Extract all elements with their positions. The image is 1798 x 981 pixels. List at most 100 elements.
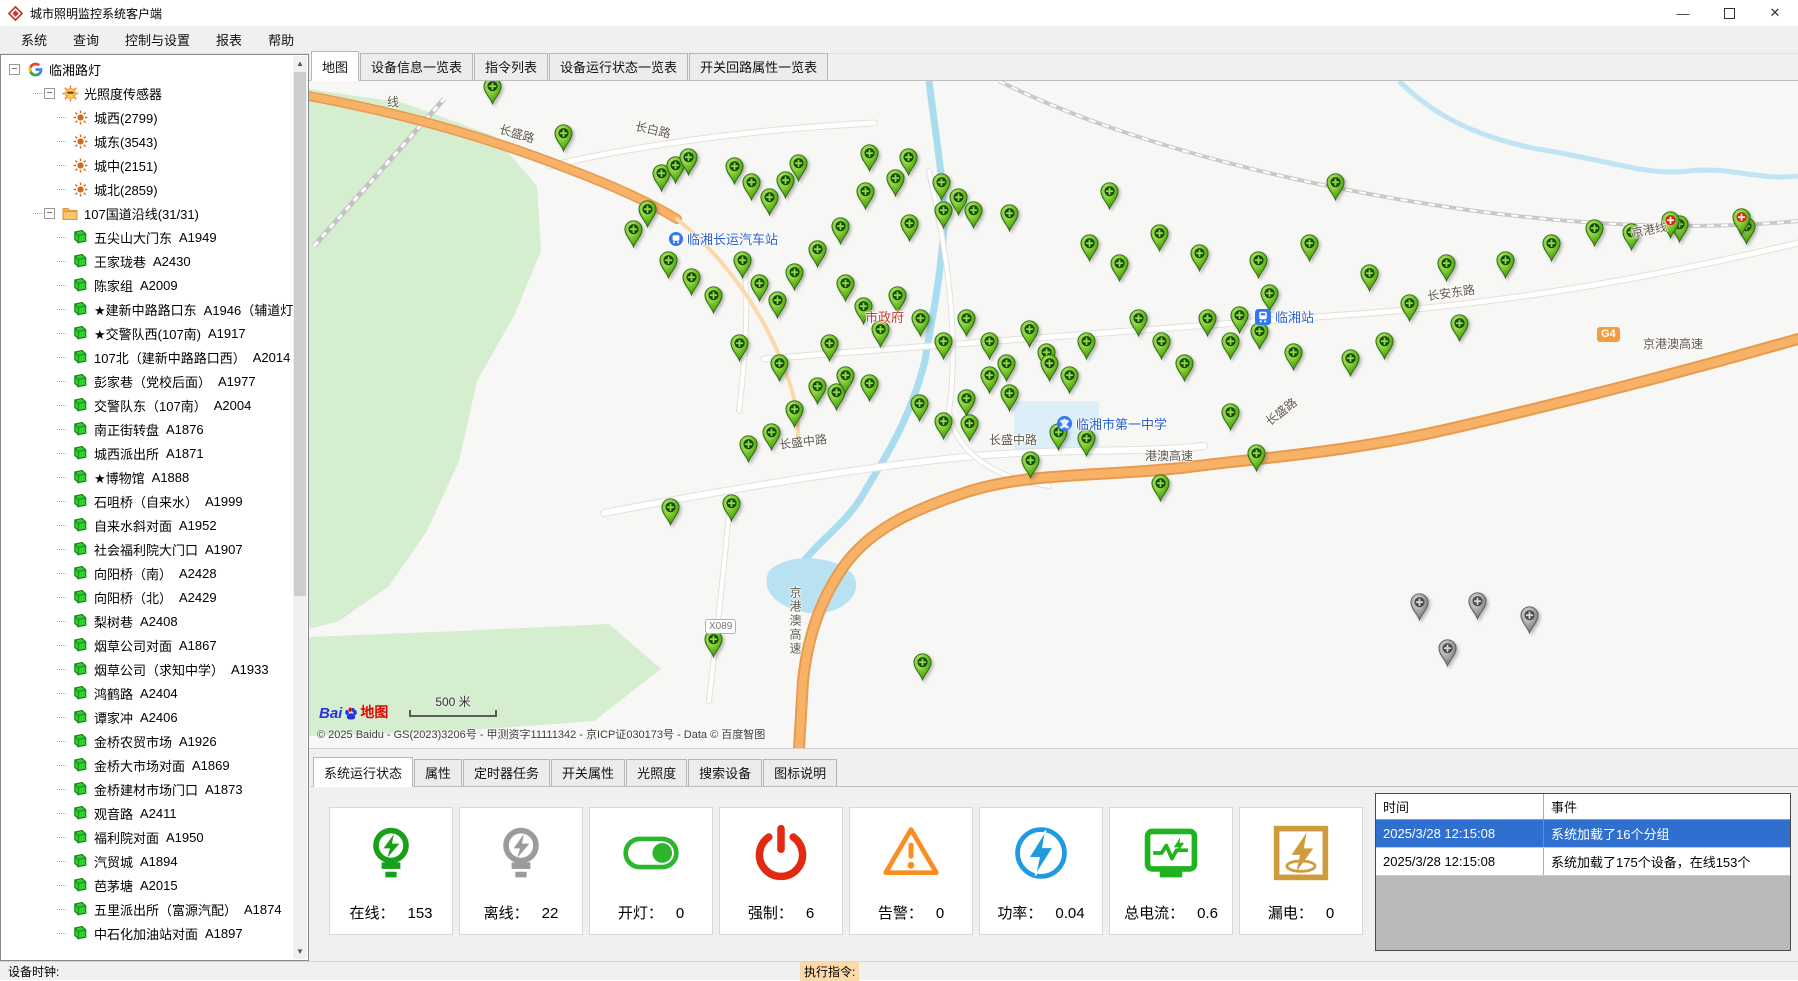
- tree-device-11[interactable]: 石咀桥（自来水）A1999: [3, 489, 293, 513]
- tree-device-4[interactable]: ★交警队西(107南)A1917: [3, 321, 293, 345]
- tree-item-label: 烟草公司（求知中学）: [94, 660, 224, 679]
- status-card-5: 功率：0.04: [979, 807, 1103, 935]
- status-card-value: 0: [1326, 905, 1334, 922]
- tree-device-0[interactable]: 五尖山大门东A1949: [3, 225, 293, 249]
- bottom-tab-5[interactable]: 搜索设备: [688, 759, 762, 786]
- map-label-3[interactable]: 临湘长运汽车站: [669, 229, 778, 248]
- bottom-tab-4[interactable]: 光照度: [626, 759, 687, 786]
- main-area: 地图设备信息一览表指令列表设备运行状态一览表开关回路属性一览表: [309, 54, 1798, 961]
- tree-device-6[interactable]: 彭家巷（党校后面）A1977: [3, 369, 293, 393]
- map-label-10: 长盛路: [1262, 394, 1301, 430]
- map-tab-4[interactable]: 开关回路属性一览表: [689, 53, 828, 80]
- map-tab-3[interactable]: 设备运行状态一览表: [549, 53, 688, 80]
- minimize-button[interactable]: —: [1660, 0, 1706, 26]
- tree-device-19[interactable]: 鸿鹤路A2404: [3, 681, 293, 705]
- device-flag-icon: [71, 829, 89, 846]
- device-flag-icon: [71, 301, 89, 318]
- map-tab-1[interactable]: 设备信息一览表: [360, 53, 473, 80]
- sun-icon: [71, 133, 89, 150]
- scrollbar-thumb[interactable]: [294, 72, 306, 596]
- bottom-tab-0[interactable]: 系统运行状态: [313, 757, 413, 787]
- bottom-tab-1[interactable]: 属性: [414, 759, 462, 786]
- tree-expander-icon[interactable]: −: [44, 208, 55, 219]
- tree-item-code: A2430: [153, 254, 191, 269]
- tree-sensor-2[interactable]: 城中(2151): [3, 153, 293, 177]
- tree-device-14[interactable]: 向阳桥（南）A2428: [3, 561, 293, 585]
- menu-bar: 系统查询控制与设置报表帮助: [0, 26, 1798, 54]
- tree-device-20[interactable]: 谭家冲A2406: [3, 705, 293, 729]
- close-button[interactable]: ✕: [1752, 0, 1798, 26]
- map-label-4[interactable]: 市政府: [865, 307, 904, 326]
- tree-device-5[interactable]: 107北（建新中路路口西）A2014: [3, 345, 293, 369]
- tree-sensor-1[interactable]: 城东(3543): [3, 129, 293, 153]
- map-label-2: 长白路: [634, 117, 673, 142]
- event-log: 时间 事件 2025/3/28 12:15:08系统加载了16个分组2025/3…: [1375, 793, 1791, 951]
- map-label-6[interactable]: 临湘站: [1255, 307, 1314, 326]
- tree-device-3[interactable]: ★建新中路路口东A1946（辅道灯）: [3, 297, 293, 321]
- status-card-text: 开灯：0: [618, 902, 684, 923]
- tree-device-1[interactable]: 王家珑巷A2430: [3, 249, 293, 273]
- tree-device-18[interactable]: 烟草公司（求知中学）A1933: [3, 657, 293, 681]
- tree-device-13[interactable]: 社会福利院大门口A1907: [3, 537, 293, 561]
- map-canvas[interactable]: 线长盛路长白路临湘长运汽车站市政府长安东路临湘站文临湘市第一中学长盛中路长盛中路…: [309, 81, 1798, 748]
- tree-device-2[interactable]: 陈家组A2009: [3, 273, 293, 297]
- event-row-0[interactable]: 2025/3/28 12:15:08系统加载了16个分组: [1376, 820, 1790, 848]
- tree-device-24[interactable]: 观音路A2411: [3, 801, 293, 825]
- status-cards: 在线：153离线：22开灯：0强制：6告警：0功率：0.04总电流：0.6漏电：…: [329, 807, 1363, 935]
- tree-group-sensors[interactable]: −光照度传感器: [3, 81, 293, 105]
- event-log-header-time: 时间: [1376, 794, 1544, 819]
- status-card-value: 6: [806, 905, 814, 922]
- menu-item-4[interactable]: 帮助: [255, 26, 307, 53]
- tree-device-10[interactable]: ★博物馆A1888: [3, 465, 293, 489]
- tree-item-label: ★博物馆: [94, 468, 145, 487]
- scroll-down-icon[interactable]: ▼: [293, 944, 307, 959]
- tree-device-26[interactable]: 汽贸城A1894: [3, 849, 293, 873]
- menu-item-1[interactable]: 查询: [60, 26, 112, 53]
- tree-device-23[interactable]: 金桥建材市场门口A1873: [3, 777, 293, 801]
- tree-sensor-3[interactable]: 城北(2859): [3, 177, 293, 201]
- tree-device-9[interactable]: 城西派出所A1871: [3, 441, 293, 465]
- tree-expander-icon[interactable]: −: [9, 64, 20, 75]
- map-tab-0[interactable]: 地图: [311, 51, 359, 81]
- device-flag-icon: [71, 469, 89, 486]
- bottom-tab-2[interactable]: 定时器任务: [463, 759, 550, 786]
- tree-group-road[interactable]: −107国道沿线(31/31): [3, 201, 293, 225]
- map-label-7[interactable]: 文临湘市第一中学: [1057, 414, 1167, 433]
- scroll-up-icon[interactable]: ▲: [293, 56, 307, 71]
- tree-item-label: 向阳桥（南）: [94, 564, 172, 583]
- status-card-label: 在线：: [349, 902, 394, 923]
- status-card-0: 在线：153: [329, 807, 453, 935]
- device-flag-icon: [71, 925, 89, 942]
- tree-expander-icon[interactable]: −: [44, 88, 55, 99]
- map-tab-2[interactable]: 指令列表: [474, 53, 548, 80]
- status-card-label: 告警：: [878, 902, 923, 923]
- event-row-1[interactable]: 2025/3/28 12:15:08系统加载了175个设备，在线153个: [1376, 848, 1790, 876]
- bottom-tab-3[interactable]: 开关属性: [551, 759, 625, 786]
- tree-device-17[interactable]: 烟草公司对面A1867: [3, 633, 293, 657]
- monitor-icon: [1139, 821, 1203, 885]
- menu-item-2[interactable]: 控制与设置: [112, 26, 203, 53]
- device-flag-icon: [71, 349, 89, 366]
- app-logo-icon: [8, 6, 23, 21]
- tree-device-7[interactable]: 交警队东（107南）A2004: [3, 393, 293, 417]
- tree-item-label: 谭家冲: [94, 708, 133, 727]
- tree-device-22[interactable]: 金桥大市场对面A1869: [3, 753, 293, 777]
- tree-device-25[interactable]: 福利院对面A1950: [3, 825, 293, 849]
- tree-device-21[interactable]: 金桥农贸市场A1926: [3, 729, 293, 753]
- tree-device-8[interactable]: 南正街转盘A1876: [3, 417, 293, 441]
- tree-device-15[interactable]: 向阳桥（北）A2429: [3, 585, 293, 609]
- tree-device-27[interactable]: 芭茅塘A2015: [3, 873, 293, 897]
- tree-device-28[interactable]: 五里派出所（富源汽配）A1874: [3, 897, 293, 921]
- tree-root[interactable]: −临湘路灯: [3, 57, 293, 81]
- tree-device-16[interactable]: 梨树巷A2408: [3, 609, 293, 633]
- tree-item-label: 陈家组: [94, 276, 133, 295]
- tree-device-12[interactable]: 自来水斜对面A1952: [3, 513, 293, 537]
- menu-item-3[interactable]: 报表: [203, 26, 255, 53]
- tree-scrollbar[interactable]: ▲ ▼: [293, 56, 307, 959]
- device-flag-icon: [71, 421, 89, 438]
- tree-sensor-0[interactable]: 城西(2799): [3, 105, 293, 129]
- menu-item-0[interactable]: 系统: [8, 26, 60, 53]
- bottom-tab-6[interactable]: 图标说明: [763, 759, 837, 786]
- tree-device-29[interactable]: 中石化加油站对面A1897: [3, 921, 293, 945]
- maximize-button[interactable]: [1706, 0, 1752, 26]
